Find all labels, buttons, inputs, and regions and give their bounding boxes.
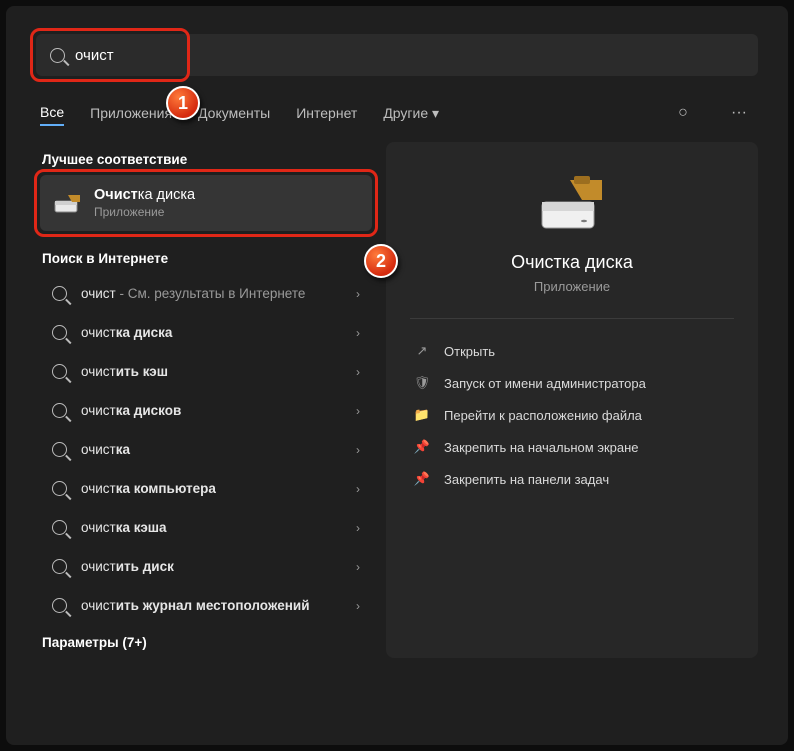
overflow-icon[interactable]: ··· xyxy=(724,98,754,128)
action-icon: 📌 xyxy=(414,471,430,487)
chevron-down-icon: ▾ xyxy=(432,105,439,121)
result-label: очистить кэш xyxy=(81,364,342,379)
search-input[interactable] xyxy=(75,47,744,64)
action-label: Открыть xyxy=(444,344,495,359)
annotation-highlight-2 xyxy=(34,169,378,237)
detail-pane: Очистка диска Приложение ↗ Открыть 🛡 Запуск… xyxy=(386,142,758,658)
web-result-0[interactable]: очист - См. результаты в Интернете › xyxy=(40,274,372,313)
action-label: Закрепить на начальном экране xyxy=(444,440,639,455)
result-label: очистка дисков xyxy=(81,403,342,418)
detail-action-2[interactable]: 📁 Перейти к расположению файла xyxy=(410,399,734,431)
chevron-right-icon: › xyxy=(356,404,360,418)
annotation-marker-2: 2 xyxy=(364,244,398,278)
detail-action-0[interactable]: ↗ Открыть xyxy=(410,335,734,367)
web-result-3[interactable]: очистка дисков › xyxy=(40,391,372,430)
disk-cleanup-large-icon xyxy=(536,174,608,234)
result-label: очистить журнал местоположений xyxy=(81,598,342,613)
action-label: Перейти к расположению файла xyxy=(444,408,642,423)
action-label: Закрепить на панели задач xyxy=(444,472,609,487)
parameters-header[interactable]: Параметры (7+) xyxy=(42,635,370,650)
best-match-title: Очистка диска xyxy=(94,187,195,203)
action-icon: 🛡 xyxy=(414,375,430,391)
result-label: очистить диск xyxy=(81,559,342,574)
search-icon xyxy=(52,559,67,574)
tab-docs[interactable]: Документы xyxy=(198,101,270,125)
tabs-row: Все Приложения Документы Интернет Другие… xyxy=(6,76,788,142)
web-result-1[interactable]: очистка диска › xyxy=(40,313,372,352)
web-result-2[interactable]: очистить кэш › xyxy=(40,352,372,391)
best-match-header: Лучшее соответствие xyxy=(42,152,370,167)
action-icon: 📌 xyxy=(414,439,430,455)
chevron-right-icon: › xyxy=(356,482,360,496)
search-icon xyxy=(52,598,67,613)
search-panel: 1 Все Приложения Документы Интернет Друг… xyxy=(6,6,788,745)
search-icon xyxy=(52,364,67,379)
tab-apps[interactable]: Приложения xyxy=(90,101,172,125)
detail-title: Очистка диска xyxy=(410,252,734,273)
web-result-4[interactable]: очистка › xyxy=(40,430,372,469)
web-result-5[interactable]: очистка компьютера › xyxy=(40,469,372,508)
web-search-header: Поиск в Интернете xyxy=(42,251,370,266)
account-icon[interactable]: ○ xyxy=(668,98,698,128)
best-match-subtitle: Приложение xyxy=(94,205,195,219)
search-bar[interactable] xyxy=(36,34,758,76)
search-icon xyxy=(52,325,67,340)
detail-action-3[interactable]: 📌 Закрепить на начальном экране xyxy=(410,431,734,463)
annotation-marker-1: 1 xyxy=(166,86,200,120)
search-icon xyxy=(52,442,67,457)
web-result-8[interactable]: очистить журнал местоположений › xyxy=(40,586,372,625)
search-icon xyxy=(52,520,67,535)
divider xyxy=(410,318,734,319)
chevron-right-icon: › xyxy=(356,443,360,457)
search-icon xyxy=(52,286,67,301)
action-icon: 📁 xyxy=(414,407,430,423)
tab-internet[interactable]: Интернет xyxy=(296,101,357,125)
result-label: очист - См. результаты в Интернете xyxy=(81,286,342,301)
result-label: очистка xyxy=(81,442,342,457)
chevron-right-icon: › xyxy=(356,287,360,301)
action-label: Запуск от имени администратора xyxy=(444,376,646,391)
disk-cleanup-icon xyxy=(54,193,82,213)
action-icon: ↗ xyxy=(414,343,430,359)
web-result-7[interactable]: очистить диск › xyxy=(40,547,372,586)
search-bar-wrap xyxy=(36,34,758,76)
search-icon xyxy=(52,481,67,496)
chevron-right-icon: › xyxy=(356,560,360,574)
results-column: Лучшее соответствие Очистка диска Прилож… xyxy=(36,142,376,658)
detail-action-4[interactable]: 📌 Закрепить на панели задач xyxy=(410,463,734,495)
search-icon xyxy=(52,403,67,418)
chevron-right-icon: › xyxy=(356,599,360,613)
tab-more[interactable]: Другие ▾ xyxy=(383,101,439,126)
chevron-right-icon: › xyxy=(356,365,360,379)
result-label: очистка диска xyxy=(81,325,342,340)
detail-subtitle: Приложение xyxy=(410,279,734,294)
best-match-item[interactable]: Очистка диска Приложение xyxy=(40,175,372,231)
web-result-6[interactable]: очистка кэша › xyxy=(40,508,372,547)
result-label: очистка компьютера xyxy=(81,481,342,496)
search-icon xyxy=(50,48,65,63)
detail-action-1[interactable]: 🛡 Запуск от имени администратора xyxy=(410,367,734,399)
result-label: очистка кэша xyxy=(81,520,342,535)
tab-all[interactable]: Все xyxy=(40,100,64,126)
chevron-right-icon: › xyxy=(356,326,360,340)
chevron-right-icon: › xyxy=(356,521,360,535)
